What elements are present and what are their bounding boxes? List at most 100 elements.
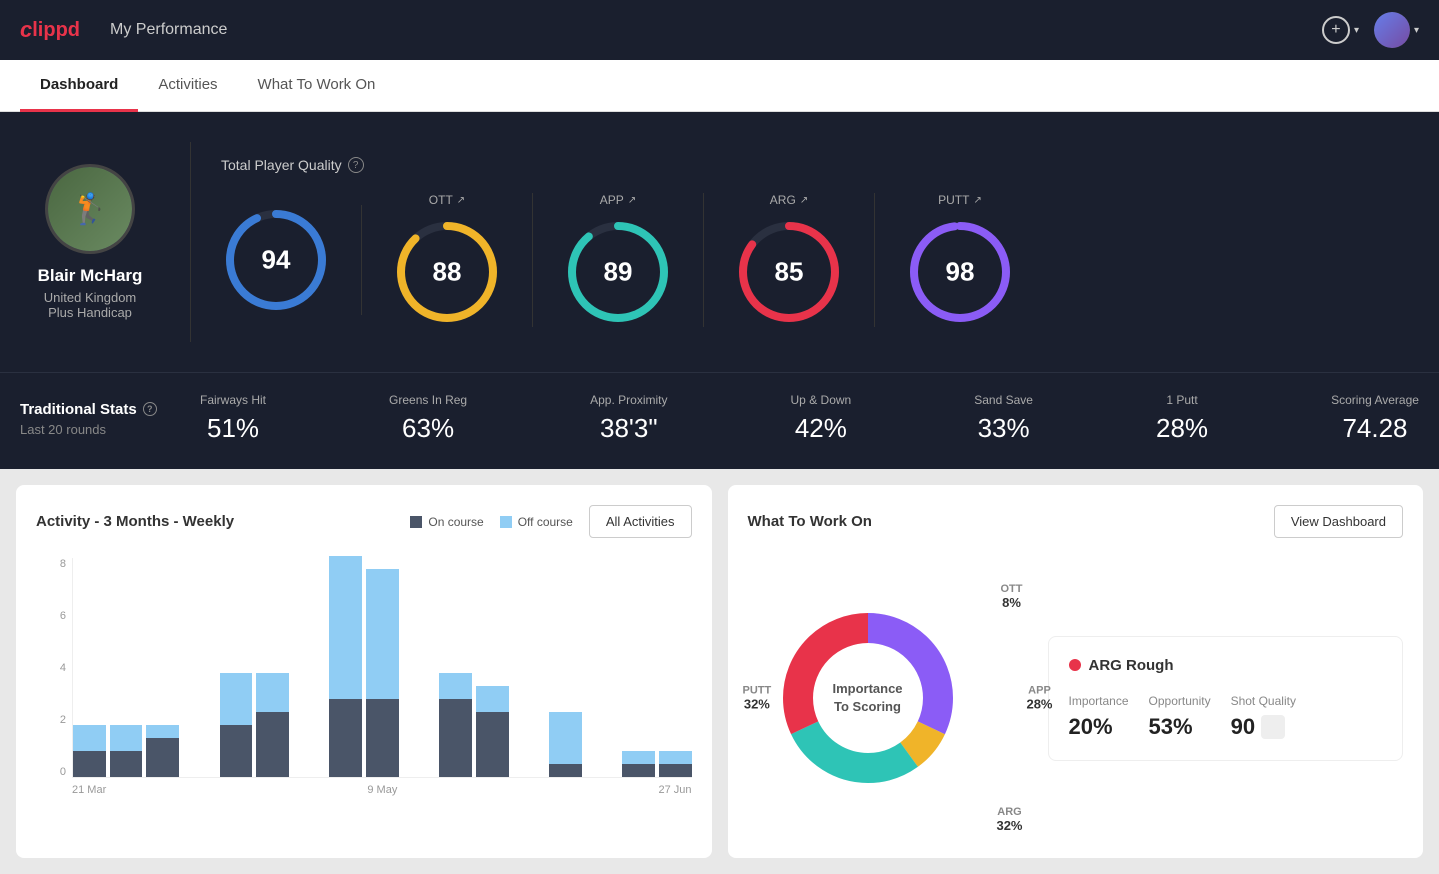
score-arg-value: 85 <box>775 257 804 288</box>
importance-value: 20% <box>1069 714 1129 740</box>
bar-on-17 <box>659 764 692 777</box>
bar-group-2 <box>110 725 143 777</box>
stat-app-prox-value: 38'3" <box>600 413 658 444</box>
bar-chart-wrapper: 8 6 4 2 0 <box>36 558 692 796</box>
highlight-title: ARG Rough <box>1069 657 1383 674</box>
donut-chart-area: ImportanceTo Scoring OTT 8% APP 28% ARG … <box>748 558 1028 838</box>
putt-trend-icon: ↗ <box>973 195 981 206</box>
activity-controls: On course Off course All Activities <box>410 505 691 538</box>
activity-card: Activity - 3 Months - Weekly On course O… <box>16 485 712 858</box>
all-activities-button[interactable]: All Activities <box>589 505 692 538</box>
importance-label: Importance <box>1069 694 1129 708</box>
x-axis: 21 Mar 9 May 27 Jun <box>72 778 692 796</box>
donut-center-text: ImportanceTo Scoring <box>832 680 902 716</box>
bar-on-1 <box>73 751 106 777</box>
add-chevron-icon: ▾ <box>1354 25 1359 36</box>
nav-tabs: Dashboard Activities What To Work On <box>0 60 1439 112</box>
gauge-total: 94 <box>221 205 331 315</box>
user-menu[interactable]: ▾ <box>1374 12 1419 48</box>
stat-greens-value: 63% <box>402 413 454 444</box>
bar-off-1 <box>73 725 106 751</box>
score-app-value: 89 <box>604 257 633 288</box>
stat-greens-label: Greens In Reg <box>389 393 467 407</box>
bar-group-1 <box>73 725 106 777</box>
stat-one-putt: 1 Putt 28% <box>1156 393 1208 444</box>
x-label-1: 21 Mar <box>72 784 106 796</box>
bar-on-8 <box>329 699 362 777</box>
stat-updown: Up & Down 42% <box>791 393 852 444</box>
bar-on-11 <box>439 699 472 777</box>
bar-on-3 <box>146 738 179 777</box>
stat-fairways-value: 51% <box>207 413 259 444</box>
quality-help-icon[interactable]: ? <box>348 157 364 173</box>
bar-group-6 <box>256 673 289 777</box>
view-dashboard-button[interactable]: View Dashboard <box>1274 505 1403 538</box>
x-label-2: 9 May <box>367 784 397 796</box>
score-ott: OTT ↗ 88 <box>362 193 533 327</box>
trad-sublabel: Last 20 rounds <box>20 422 160 437</box>
on-course-icon <box>410 516 422 528</box>
player-handicap: Plus Handicap <box>48 305 132 320</box>
bar-on-14 <box>549 764 582 777</box>
app-trend-icon: ↗ <box>628 195 636 206</box>
stat-scoring-label: Scoring Average <box>1331 393 1419 407</box>
gauge-ott: 88 <box>392 217 502 327</box>
logo-icon: clippd <box>20 17 80 43</box>
trad-label: Traditional Stats ? <box>20 401 160 418</box>
bar-group-14 <box>549 712 582 777</box>
bar-group-12 <box>476 686 509 777</box>
add-button[interactable]: + ▾ <box>1322 16 1359 44</box>
stat-app-prox: App. Proximity 38'3" <box>590 393 667 444</box>
avatar-placeholder: 🏌️ <box>48 167 132 251</box>
tab-dashboard[interactable]: Dashboard <box>20 60 138 112</box>
stat-fairways: Fairways Hit 51% <box>200 393 266 444</box>
add-circle-icon: + <box>1322 16 1350 44</box>
ott-label: OTT ↗ <box>429 193 465 207</box>
bar-off-9 <box>366 569 399 699</box>
ott-trend-icon: ↗ <box>457 195 465 206</box>
arg-donut-label: ARG 32% <box>996 806 1022 833</box>
bar-group-11 <box>439 673 472 777</box>
stat-updown-label: Up & Down <box>791 393 852 407</box>
main-content: Activity - 3 Months - Weekly On course O… <box>0 469 1439 874</box>
bar-off-14 <box>549 712 582 764</box>
bar-on-2 <box>110 751 143 777</box>
bar-on-12 <box>476 712 509 777</box>
y-axis: 8 6 4 2 0 <box>36 558 66 778</box>
legend-on-course: On course <box>410 515 483 529</box>
header: clippd My Performance + ▾ ▾ <box>0 0 1439 60</box>
bar-on-6 <box>256 712 289 777</box>
tab-what-to-work-on[interactable]: What To Work On <box>238 60 396 112</box>
logo: clippd <box>20 17 80 43</box>
stat-sand-save-value: 33% <box>978 413 1030 444</box>
stat-app-prox-label: App. Proximity <box>590 393 667 407</box>
trad-help-icon[interactable]: ? <box>143 402 157 416</box>
bar-off-5 <box>220 673 253 725</box>
bar-chart-inner <box>72 558 692 778</box>
legend-off-course: Off course <box>500 515 573 529</box>
bar-on-9 <box>366 699 399 777</box>
what-to-work-on-card: What To Work On View Dashboard <box>728 485 1424 858</box>
bar-on-16 <box>622 764 655 777</box>
stat-scoring-value: 74.28 <box>1342 413 1407 444</box>
bar-off-3 <box>146 725 179 738</box>
highlight-card: ARG Rough Importance 20% Opportunity 53%… <box>1048 636 1404 761</box>
tab-activities[interactable]: Activities <box>138 60 237 112</box>
ott-donut-label: OTT 8% <box>1001 583 1023 610</box>
quality-label: Total Player Quality ? <box>221 157 1419 173</box>
score-total-value: 94 <box>262 245 291 276</box>
opportunity-value: 53% <box>1149 714 1211 740</box>
bar-off-2 <box>110 725 143 751</box>
putt-donut-label: PUTT 32% <box>743 685 772 712</box>
shot-quality-badge <box>1261 715 1285 739</box>
arg-trend-icon: ↗ <box>800 195 808 206</box>
score-app: APP ↗ 89 <box>533 193 704 327</box>
activity-legend: On course Off course <box>410 515 573 529</box>
bar-off-12 <box>476 686 509 712</box>
importance-stat: Importance 20% <box>1069 694 1129 740</box>
bar-off-17 <box>659 751 692 764</box>
header-title: My Performance <box>110 21 1322 39</box>
donut-center: ImportanceTo Scoring <box>758 588 978 808</box>
trad-label-section: Traditional Stats ? Last 20 rounds <box>20 401 160 437</box>
gauge-app: 89 <box>563 217 673 327</box>
